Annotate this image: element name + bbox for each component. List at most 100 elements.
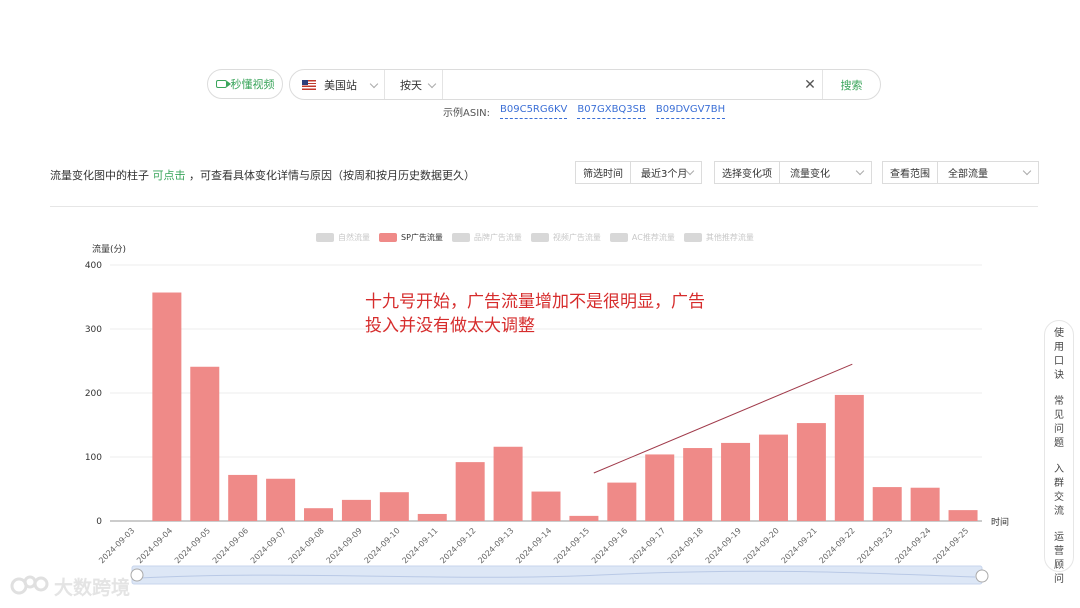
watermark: 大数跨境 bbox=[10, 572, 130, 600]
example-asin-link[interactable]: B09C5RG6KV bbox=[500, 104, 568, 119]
chart-hint: 流量变化图中的柱子 可点击 ，可查看具体变化详情与原因（按周和按月历史数据更久） bbox=[50, 167, 475, 183]
x-tick-label: 2024-09-25 bbox=[931, 526, 970, 565]
bar[interactable] bbox=[152, 292, 182, 521]
chevron-down-icon bbox=[855, 166, 865, 176]
bar[interactable] bbox=[683, 448, 713, 521]
x-tick-label: 2024-09-24 bbox=[893, 526, 932, 565]
time-filter-value[interactable]: 最近3个月 bbox=[631, 162, 701, 183]
y-tick-label: 300 bbox=[85, 325, 102, 335]
y-tick-label: 400 bbox=[85, 261, 102, 271]
bar[interactable] bbox=[607, 482, 637, 521]
search-button[interactable]: 搜索 bbox=[822, 70, 880, 99]
x-tick-label: 2024-09-20 bbox=[742, 526, 781, 565]
y-tick-label: 100 bbox=[85, 453, 102, 463]
site-select[interactable]: 美国站 bbox=[290, 70, 385, 99]
bar[interactable] bbox=[910, 487, 940, 521]
bar[interactable] bbox=[645, 454, 675, 521]
x-tick-label: 2024-09-09 bbox=[325, 526, 364, 565]
traffic-bar-chart: 流量(分)01002003004002024-09-032024-09-0420… bbox=[85, 243, 1009, 585]
x-tick-label: 2024-09-06 bbox=[211, 526, 250, 565]
scope-filter-value[interactable]: 全部流量 bbox=[938, 162, 1038, 183]
side-menu-consultant[interactable]: 运营顾问 bbox=[1053, 531, 1065, 587]
x-tick-label: 2024-09-18 bbox=[666, 526, 705, 565]
x-tick-label: 2024-09-17 bbox=[628, 526, 667, 565]
chevron-down-icon bbox=[1022, 166, 1032, 176]
bar[interactable] bbox=[379, 492, 409, 521]
chevron-down-icon bbox=[369, 79, 379, 89]
bar[interactable] bbox=[872, 487, 902, 521]
site-select-value: 美国站 bbox=[324, 78, 357, 92]
time-filter-label: 筛选时间 bbox=[576, 162, 631, 183]
scope-filter-value-text: 全部流量 bbox=[948, 169, 988, 180]
clear-icon[interactable]: ✕ bbox=[798, 77, 822, 93]
zoom-slider-handle-right[interactable] bbox=[975, 569, 989, 583]
y-axis-label: 流量(分) bbox=[92, 243, 126, 255]
scope-filter-label: 查看范围 bbox=[883, 162, 938, 183]
chevron-down-icon bbox=[427, 79, 437, 89]
bar[interactable] bbox=[341, 499, 371, 521]
hint-clickable: 可点击 bbox=[152, 169, 186, 182]
us-flag-icon bbox=[302, 79, 316, 90]
period-select-value: 按天 bbox=[400, 78, 422, 92]
divider bbox=[50, 206, 1038, 207]
side-menu-join-group[interactable]: 入群交流 bbox=[1053, 463, 1065, 519]
bar[interactable] bbox=[304, 508, 334, 521]
change-filter[interactable]: 选择变化项 流量变化 bbox=[714, 161, 872, 184]
bar[interactable] bbox=[948, 510, 978, 521]
bar[interactable] bbox=[266, 478, 296, 521]
x-tick-label: 2024-09-05 bbox=[173, 526, 212, 565]
x-tick-label: 2024-09-16 bbox=[590, 526, 629, 565]
x-tick-label: 2024-09-03 bbox=[97, 526, 136, 565]
x-tick-label: 2024-09-21 bbox=[780, 526, 819, 565]
zoom-slider-handle-left[interactable] bbox=[130, 568, 144, 582]
bar[interactable] bbox=[834, 394, 864, 521]
x-axis-label: 时间 bbox=[991, 516, 1009, 528]
change-filter-value-text: 流量变化 bbox=[790, 169, 830, 180]
change-filter-value[interactable]: 流量变化 bbox=[780, 162, 871, 183]
bar[interactable] bbox=[493, 446, 523, 521]
bar[interactable] bbox=[569, 515, 599, 521]
bar[interactable] bbox=[721, 442, 751, 521]
x-tick-label: 2024-09-08 bbox=[287, 526, 326, 565]
video-tutorial-button[interactable]: 秒懂视频 bbox=[207, 69, 283, 99]
bar[interactable] bbox=[796, 423, 826, 521]
bar[interactable] bbox=[531, 491, 561, 521]
side-menu-faq[interactable]: 常见问题 bbox=[1053, 395, 1065, 451]
x-tick-label: 2024-09-13 bbox=[476, 526, 515, 565]
bar[interactable] bbox=[758, 434, 788, 521]
bar[interactable] bbox=[190, 366, 220, 521]
annotation-text: 十九号开始，广告流量增加不是很明显，广告投入并没有做太大调整 bbox=[365, 292, 705, 336]
time-filter-value-text: 最近3个月 bbox=[641, 169, 688, 180]
x-tick-label: 2024-09-15 bbox=[552, 526, 591, 565]
x-tick-label: 2024-09-23 bbox=[855, 526, 894, 565]
x-tick-label: 2024-09-07 bbox=[249, 526, 288, 565]
bar[interactable] bbox=[417, 513, 447, 521]
x-tick-label: 2024-09-12 bbox=[438, 526, 477, 565]
examples-label: 示例ASIN: bbox=[443, 108, 490, 119]
period-select[interactable]: 按天 bbox=[385, 70, 443, 99]
side-float-menu: 使用口诀 常见问题 入群交流 运营顾问 bbox=[1044, 320, 1074, 585]
video-tutorial-label: 秒懂视频 bbox=[230, 78, 275, 91]
video-camera-icon bbox=[215, 80, 231, 88]
x-tick-label: 2024-09-10 bbox=[363, 526, 402, 565]
scope-filter[interactable]: 查看范围 全部流量 bbox=[882, 161, 1039, 184]
hint-suffix: ，可查看具体变化详情与原因（按周和按月历史数据更久） bbox=[189, 169, 475, 182]
search-bar: 美国站 按天 ✕ 搜索 bbox=[289, 69, 881, 100]
example-asin-link[interactable]: B07GXBQ3SB bbox=[577, 104, 646, 119]
bar[interactable] bbox=[455, 462, 485, 521]
hint-prefix: 流量变化图中的柱子 bbox=[50, 169, 149, 182]
example-asins: 示例ASIN: B09C5RG6KV B07GXBQ3SB B09DVGV7BH bbox=[443, 104, 726, 119]
x-tick-label: 2024-09-14 bbox=[514, 526, 553, 565]
y-tick-label: 200 bbox=[85, 389, 102, 399]
x-tick-label: 2024-09-22 bbox=[817, 526, 856, 565]
bar[interactable] bbox=[228, 474, 258, 521]
asin-search-input[interactable] bbox=[443, 70, 798, 99]
x-tick-label: 2024-09-04 bbox=[135, 526, 174, 565]
y-tick-label: 0 bbox=[96, 517, 102, 527]
watermark-text: 大数跨境 bbox=[54, 576, 131, 599]
side-menu-usage-tips[interactable]: 使用口诀 bbox=[1053, 327, 1065, 383]
change-filter-label: 选择变化项 bbox=[715, 162, 780, 183]
watermark-logo-icon bbox=[10, 575, 49, 595]
time-filter[interactable]: 筛选时间 最近3个月 bbox=[575, 161, 702, 184]
example-asin-link[interactable]: B09DVGV7BH bbox=[655, 104, 726, 119]
